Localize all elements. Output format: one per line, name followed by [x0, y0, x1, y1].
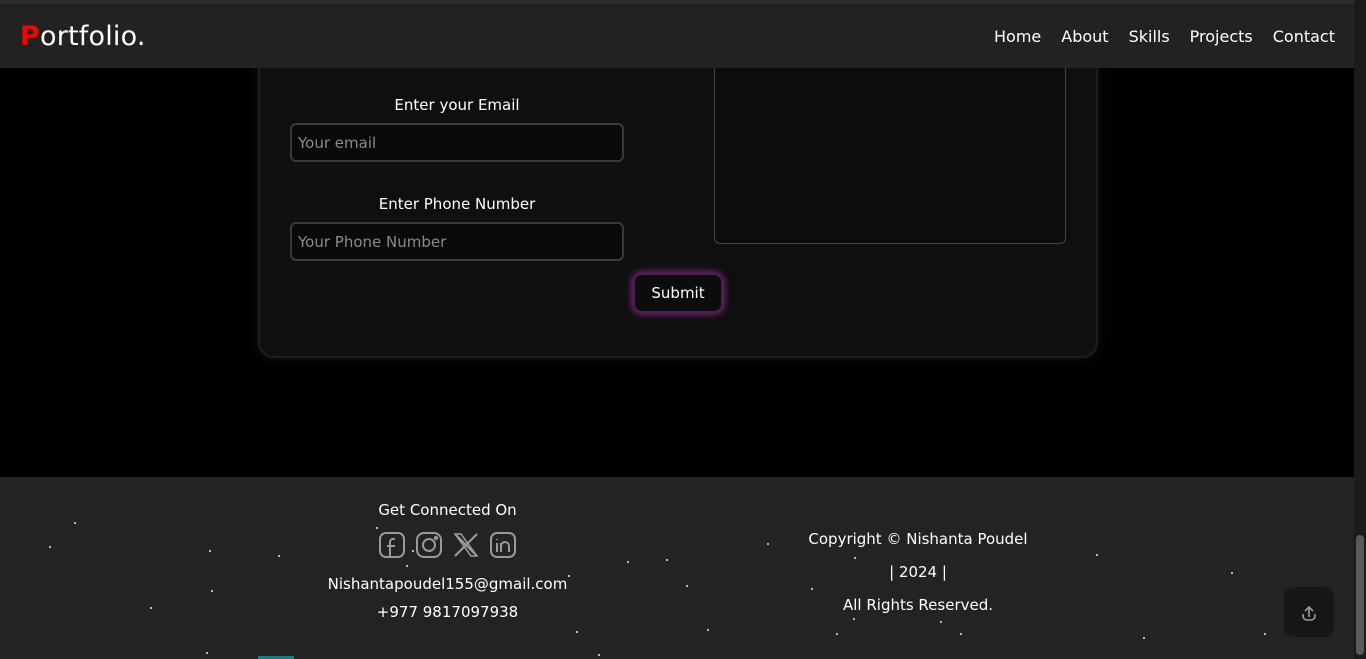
star-dot [598, 654, 600, 656]
nav-link-projects[interactable]: Projects [1190, 27, 1253, 46]
star-dot [960, 633, 962, 635]
star-dot [211, 590, 213, 592]
star-dot [206, 652, 208, 654]
nav-link-contact[interactable]: Contact [1273, 27, 1335, 46]
nav-link-about[interactable]: About [1061, 27, 1108, 46]
contact-form-card: Enter your Email Enter Phone Number Subm… [258, 36, 1098, 358]
nav-link-skills[interactable]: Skills [1129, 27, 1170, 46]
star-dot [1143, 637, 1145, 639]
phone-field[interactable] [290, 222, 624, 261]
nav-links: Home About Skills Projects Contact [994, 27, 1335, 46]
logo-text: ortfolio. [40, 20, 146, 52]
linkedin-icon[interactable] [489, 531, 517, 559]
star-dot [209, 550, 211, 552]
contact-section: Enter your Email Enter Phone Number Subm… [0, 36, 1354, 477]
star-dot [1096, 554, 1098, 556]
nav-link-home[interactable]: Home [994, 27, 1041, 46]
star-dot [686, 585, 688, 587]
star-dot [278, 555, 280, 557]
footer-email: Nishantapoudel155@gmail.com [327, 575, 568, 593]
connect-column: Get Connected On Nishantapoudel155@gmail… [300, 501, 595, 621]
star-dot [49, 546, 51, 548]
star-dot [74, 522, 76, 524]
star-dot [1264, 633, 1266, 635]
facebook-icon[interactable] [378, 531, 406, 559]
email-label: Enter your Email [394, 96, 520, 114]
instagram-icon[interactable] [415, 531, 443, 559]
social-links [300, 531, 595, 559]
logo-initial: P [20, 20, 40, 52]
scrollbar-thumb[interactable] [1356, 535, 1364, 655]
phone-label: Enter Phone Number [378, 195, 536, 213]
star-dot [150, 607, 152, 609]
copyright-column: Copyright © Nishanta Poudel | 2024 | All… [758, 523, 1078, 622]
x-icon[interactable] [452, 531, 480, 559]
footer: Get Connected On Nishantapoudel155@gmail… [0, 477, 1354, 659]
star-dot [707, 629, 709, 631]
copyright-line-1: Copyright © Nishanta Poudel [808, 530, 1028, 548]
site-logo[interactable]: Portfolio. [20, 21, 146, 52]
star-dot [836, 633, 838, 635]
footer-phone: +977 9817097938 [376, 603, 519, 621]
star-dot [666, 559, 668, 561]
page-scrollbar[interactable] [1354, 0, 1366, 659]
navbar: Portfolio. Home About Skills Projects Co… [0, 0, 1354, 68]
scroll-to-top-button[interactable] [1284, 587, 1334, 637]
arrow-up-icon [1302, 605, 1316, 621]
star-dot [1231, 572, 1233, 574]
copyright-line-2: | 2024 | [889, 563, 947, 581]
star-dot [627, 561, 629, 563]
submit-button[interactable]: Submit [633, 273, 723, 313]
connect-title: Get Connected On [378, 501, 517, 519]
copyright-line-3: All Rights Reserved. [842, 596, 994, 614]
email-field[interactable] [290, 123, 624, 162]
star-dot [576, 631, 578, 633]
